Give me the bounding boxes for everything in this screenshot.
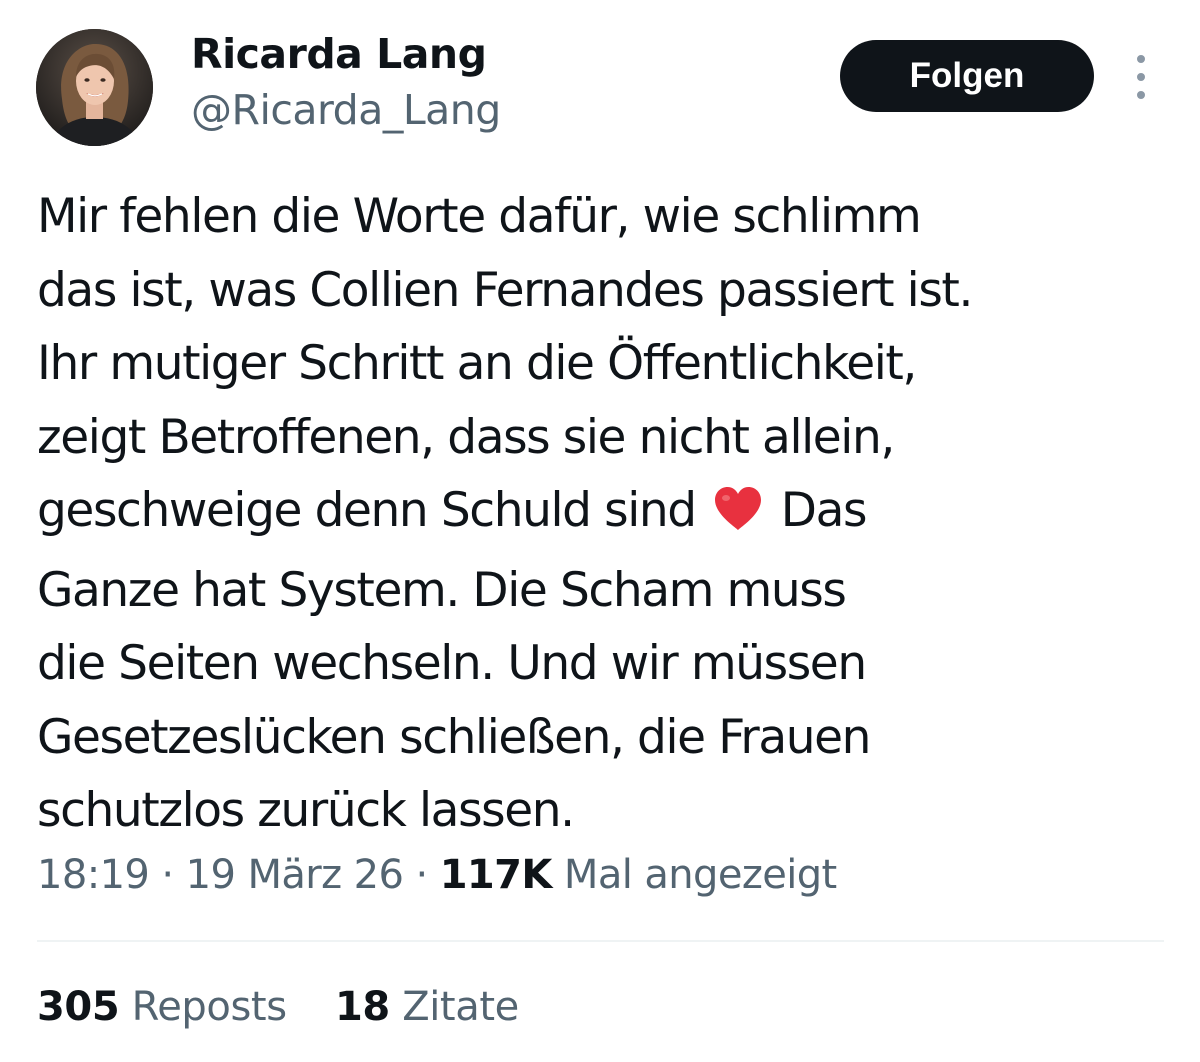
quotes-stat[interactable]: 18 Zitate — [335, 984, 519, 1030]
divider — [37, 940, 1164, 942]
tweet-line: die Seiten wechseln. Und wir müssen — [37, 636, 867, 691]
heart-emoji-icon — [713, 480, 763, 554]
quotes-label: Zitate — [402, 984, 519, 1030]
tweet-line: Mir fehlen die Worte dafür, wie schlimm — [37, 189, 922, 244]
tweet-line-text: geschweige denn Schuld sind — [37, 483, 710, 538]
more-vertical-icon[interactable] — [1128, 55, 1154, 99]
tweet-line: schutzlos zurück lassen. — [37, 783, 575, 838]
tweet-line: das ist, was Collien Fernandes passiert … — [37, 262, 973, 318]
tweet-line-text: Das — [767, 483, 868, 538]
tweet-line: Ihr mutiger Schritt an die Öffentlichkei… — [37, 336, 917, 391]
more-dot — [1137, 91, 1145, 99]
tweet: Ricarda Lang @Ricarda_Lang Folgen Mir fe… — [0, 0, 1200, 1062]
tweet-stats: 305 Reposts 18 Zitate — [37, 984, 555, 1030]
tweet-date[interactable]: 19 März 26 — [186, 852, 404, 898]
tweet-meta: 18:19 · 19 März 26 · 117K Mal angezeigt — [37, 852, 837, 898]
more-dot — [1137, 55, 1145, 63]
meta-separator: · — [161, 852, 186, 898]
reposts-count: 305 — [37, 984, 120, 1030]
profile-photo-icon — [36, 29, 153, 146]
tweet-line: zeigt Betroffenen, dass sie nicht allein… — [37, 409, 895, 465]
meta-separator: · — [415, 852, 440, 898]
more-dot — [1137, 73, 1145, 81]
tweet-line: Ganze hat System. Die Scham muss — [37, 562, 847, 618]
tweet-time[interactable]: 18:19 — [37, 852, 150, 898]
views-label: Mal angezeigt — [563, 852, 837, 898]
quotes-count: 18 — [335, 984, 390, 1030]
tweet-line: geschweige denn Schuld sind Das — [37, 474, 1167, 554]
follow-button[interactable]: Folgen — [840, 40, 1094, 112]
reposts-stat[interactable]: 305 Reposts — [37, 984, 287, 1030]
avatar[interactable] — [36, 29, 153, 146]
author-display-name[interactable]: Ricarda Lang — [191, 30, 487, 78]
tweet-text: Mir fehlen die Worte dafür, wie schlimm … — [37, 180, 1167, 848]
author-handle[interactable]: @Ricarda_Lang — [191, 86, 501, 134]
reposts-label: Reposts — [131, 984, 287, 1030]
views-count: 117K — [439, 852, 553, 898]
tweet-line: Gesetzeslücken schließen, die Frauen — [37, 709, 871, 765]
